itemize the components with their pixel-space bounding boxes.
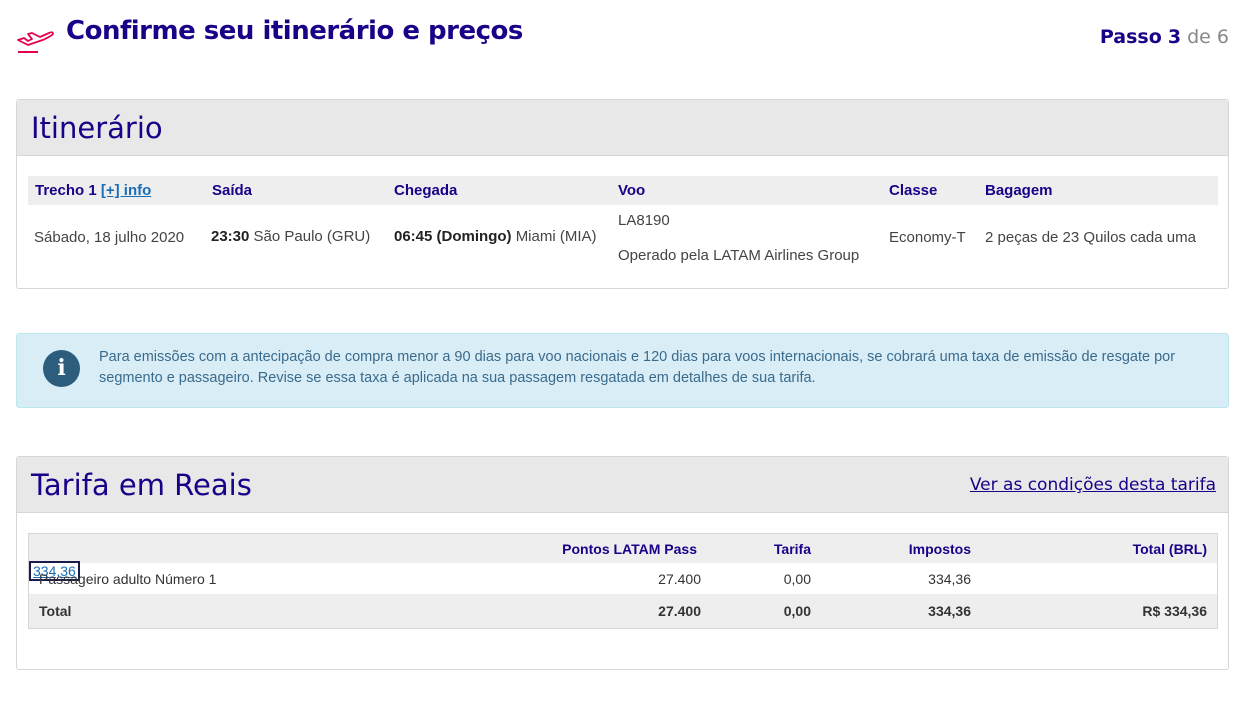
step-of: de [1187,26,1211,48]
fare-conditions-link[interactable]: Ver as condições desta tarifa [970,475,1216,495]
total-row: Total 27.400 0,00 334,36 R$ 334,36 [29,594,1217,628]
fare-header-row: Pontos LATAM Pass Tarifa Impostos Total … [29,534,1217,563]
passenger-fare: 0,00 [783,571,811,587]
passenger-taxes: 334,36 [928,571,971,587]
passenger-row: Passageiro adulto Número 1 27.400 0,00 3… [29,561,1217,594]
itinerary-panel: Itinerário Trecho 1 [+] info Saída Chega… [16,99,1229,289]
itinerary-table: Trecho 1 [+] info Saída Chegada Voo Clas… [28,176,1218,275]
flight-header: Voo [618,182,646,199]
segment-header: Trecho 1 [+] info [35,182,151,199]
step-label: Passo [1099,26,1162,48]
fare-header: Tarifa [773,541,811,557]
itinerary-row: Sábado, 18 julho 2020 23:30 São Paulo (G… [28,205,1218,275]
plane-takeoff-icon [17,31,54,53]
passenger-points: 27.400 [658,571,701,587]
page-title: Confirme seu itinerário e preços [66,16,523,46]
departure-header: Saída [212,182,253,199]
arrival-header: Chegada [394,182,458,199]
segment-label: Trecho 1 [35,182,97,199]
segment-info-link[interactable]: [+] info [101,182,151,199]
flight-date: Sábado, 18 julho 2020 [34,229,185,246]
passenger-label: Passageiro adulto Número 1 [39,571,217,587]
total-label: Total [39,603,72,619]
step-current: 3 [1167,26,1182,48]
total-points: 27.400 [658,603,701,619]
step-total: 6 [1216,26,1229,48]
itinerary-title: Itinerário [31,111,163,145]
baggage-header: Bagagem [985,182,1053,199]
arrival-place: Miami (MIA) [515,228,597,245]
departure-time: 23:30 [211,228,250,245]
info-notice: i Para emissões com a antecipação de com… [16,333,1229,408]
class-header: Classe [889,182,938,199]
fare-class: Economy-T [889,229,966,246]
grand-total: R$ 334,36 [1142,603,1207,619]
info-icon: i [43,350,80,387]
taxes-header: Impostos [908,541,971,557]
fare-table: Pontos LATAM Pass Tarifa Impostos Total … [28,533,1218,629]
departure-cell: 23:30 São Paulo (GRU) [211,228,370,245]
total-fare: 0,00 [783,603,811,619]
total-header: Total (BRL) [1132,541,1207,557]
points-header: Pontos LATAM Pass [562,541,697,557]
total-taxes: 334,36 [928,603,971,619]
baggage-allowance: 2 peças de 23 Quilos cada uma [985,229,1196,246]
arrival-cell: 06:45 (Domingo) Miami (MIA) [394,228,597,245]
itinerary-panel-header: Itinerário [17,100,1228,156]
fare-title: Tarifa em Reais [31,468,252,502]
arrival-time: 06:45 (Domingo) [394,228,512,245]
departure-place: São Paulo (GRU) [253,228,371,245]
notice-text: Para emissões com a antecipação de compr… [99,349,1176,386]
operated-by: Operado pela LATAM Airlines Group [618,247,860,264]
fare-panel-header: Tarifa em Reais Ver as condições desta t… [17,457,1228,513]
page-header: Confirme seu itinerário e preços Passo 3… [16,14,1229,58]
flight-number: LA8190 [618,212,670,229]
fare-panel: Tarifa em Reais Ver as condições desta t… [16,456,1229,670]
step-indicator: Passo 3 de 6 [1100,26,1229,48]
itinerary-header-row: Trecho 1 [+] info Saída Chegada Voo Clas… [28,176,1218,205]
